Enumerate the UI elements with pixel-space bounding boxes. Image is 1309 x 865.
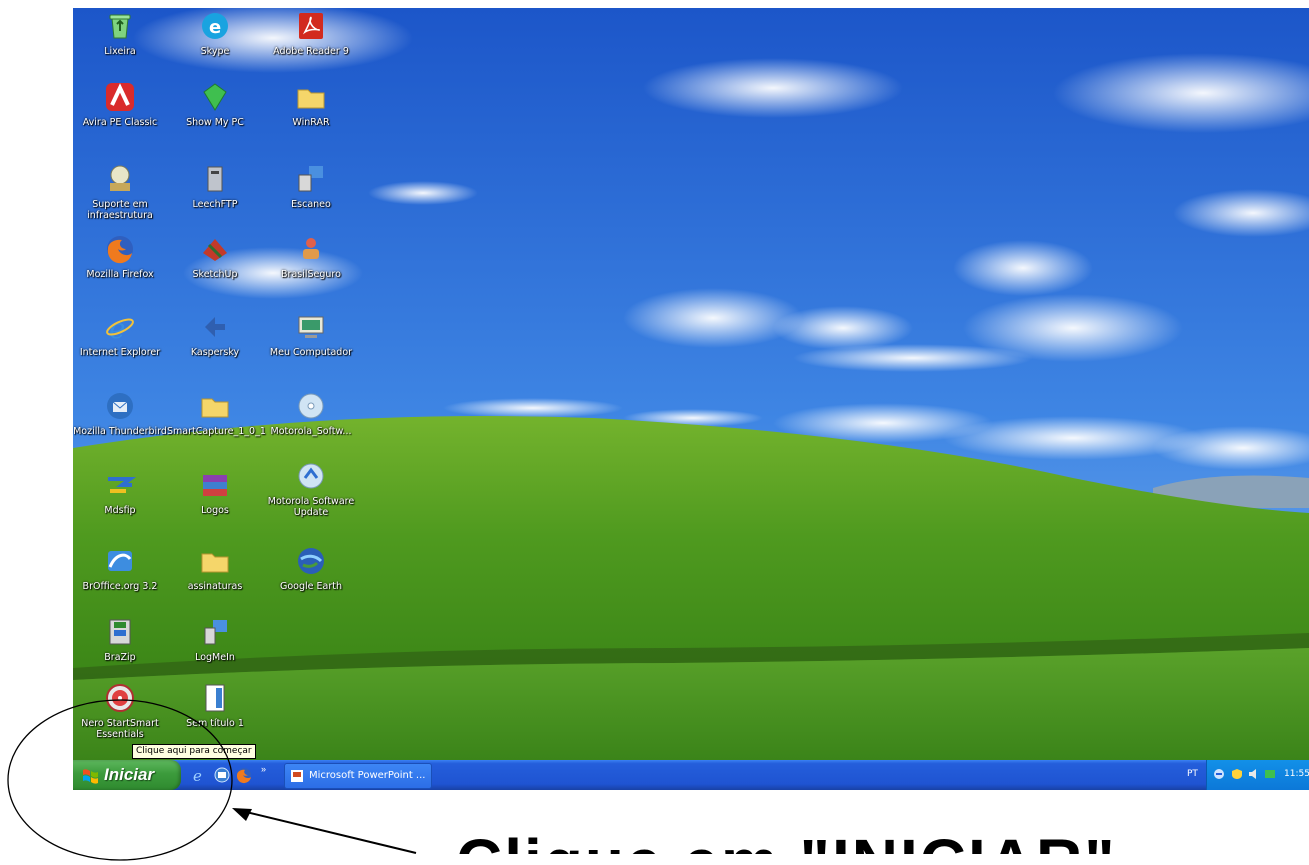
desktop-icon-leechftp[interactable]: LeechFTP — [167, 163, 263, 210]
desktop-icon-kaspersky[interactable]: Kaspersky — [167, 311, 263, 358]
thunderbird-icon — [107, 393, 133, 419]
desktop-icon-label: WinRAR — [292, 117, 330, 128]
ftp-icon — [207, 166, 223, 192]
network-icon[interactable] — [1213, 768, 1225, 780]
adobe-reader-icon — [299, 13, 323, 39]
language-indicator[interactable]: PT — [1187, 769, 1198, 779]
desktop-icon-firefox[interactable]: Mozilla Firefox — [73, 233, 168, 280]
desktop-icon-label: SmartCapture_1_0_1 — [167, 426, 266, 437]
desktop-screen: Lixeira Avira PE Classic Suporte em infr… — [73, 8, 1309, 790]
desktop-icon-logmein[interactable]: LogMeIn — [167, 616, 263, 663]
scanner-icon — [298, 166, 323, 192]
desktop-icon-motorola-update[interactable]: Motorola Software Update — [263, 460, 359, 518]
desktop-icon-label: Motorola Software Update — [267, 496, 355, 518]
desktop-icon-winrar[interactable]: WinRAR — [263, 81, 359, 128]
desktop-icon-label: BraZip — [104, 652, 136, 663]
desktop-icon-avira[interactable]: Avira PE Classic — [73, 81, 168, 128]
taskbar: Iniciar e » Microsoft PowerPoint ... PT … — [73, 760, 1309, 790]
desktop-icon-thunderbird[interactable]: Mozilla Thunderbird — [73, 390, 168, 437]
avira-icon — [106, 83, 134, 111]
desktop-icon-label: Logos — [201, 505, 229, 516]
desktop-icon-brasilseguro[interactable]: BrasilSeguro — [263, 233, 359, 280]
firefox-icon[interactable] — [235, 766, 253, 784]
desktop-icon-label: Meu Computador — [269, 347, 353, 358]
desktop-icon-label: LeechFTP — [192, 199, 238, 210]
desktop-icon-mdsfip[interactable]: Mdsfip — [73, 469, 168, 516]
desktop-icon-label: Show My PC — [186, 117, 244, 128]
security-icon[interactable] — [1231, 768, 1243, 780]
folder-icon — [201, 398, 229, 418]
desktop-icon-google-earth[interactable]: Google Earth — [263, 545, 359, 592]
taskbar-item-label: Microsoft PowerPoint ... — [309, 770, 426, 781]
firefox-icon — [107, 236, 133, 264]
clock: 11:55 — [1284, 769, 1309, 779]
folder-icon — [297, 89, 325, 109]
taskbar-item-powerpoint[interactable]: Microsoft PowerPoint ... — [284, 763, 432, 789]
desktop-icon-show-my-pc[interactable]: Show My PC — [167, 81, 263, 128]
desktop-icon-brazip[interactable]: BraZip — [73, 616, 168, 663]
system-tray: PT 11:55 — [1187, 760, 1309, 790]
desktop-icon-label: BrasilSeguro — [281, 269, 341, 280]
desktop-icon-broffice[interactable]: BrOffice.org 3.2 — [73, 545, 168, 592]
instruction-caption: Clique em "INICIAR" — [456, 830, 1117, 854]
app-icon — [108, 477, 136, 493]
update-icon — [298, 463, 324, 489]
desktop-icon-label: LogMeIn — [195, 652, 235, 663]
desktop-icon-logos[interactable]: Logos — [167, 469, 263, 516]
desktop-icon-support[interactable]: Suporte em infraestrutura — [73, 163, 168, 221]
desktop-icon-skype[interactable]: e Skype — [167, 10, 263, 57]
folder-icon — [201, 553, 229, 573]
desktop-icon-internet-explorer[interactable]: e Internet Explorer — [73, 311, 168, 358]
broffice-icon — [108, 551, 132, 571]
desktop-icon-sketchup[interactable]: SketchUp — [167, 233, 263, 280]
logmein-icon — [204, 620, 227, 645]
app-icon — [303, 238, 319, 259]
desktop-icon-label: SketchUp — [192, 269, 238, 280]
annotation-circle — [7, 699, 233, 861]
desktop-icon-label: Mozilla Thunderbird — [73, 426, 167, 437]
desktop-icon-assinaturas[interactable]: assinaturas — [167, 545, 263, 592]
desktop-icon-label: Escaneo — [291, 199, 331, 210]
support-icon — [110, 165, 130, 191]
archive-icon — [203, 475, 227, 496]
powerpoint-icon — [291, 770, 303, 782]
volume-icon[interactable] — [1248, 768, 1260, 780]
desktop-icon-label: Mozilla Firefox — [86, 269, 154, 280]
desktop-icon-label: Avira PE Classic — [82, 117, 158, 128]
brazip-icon — [109, 619, 131, 645]
tray-app-icon[interactable] — [1264, 768, 1276, 780]
desktop-icon-label: Suporte em infraestrutura — [87, 199, 153, 221]
desktop-icon-meu-computador[interactable]: Meu Computador — [263, 311, 359, 358]
desktop-icon-label: assinaturas — [187, 581, 243, 592]
desktop-icon-recycle-bin[interactable]: Lixeira — [73, 10, 168, 57]
svg-text:e: e — [209, 17, 221, 38]
my-computer-icon — [298, 316, 324, 338]
sketchup-icon — [203, 239, 227, 261]
annotation-arrow — [232, 808, 417, 854]
show-my-pc-icon — [203, 83, 227, 111]
desktop-icon-label: Internet Explorer — [79, 347, 161, 358]
desktop-icon-label: Skype — [200, 46, 230, 57]
desktop-icon-label: Kaspersky — [190, 347, 240, 358]
kaspersky-icon — [205, 317, 225, 337]
desktop-icon-label: Adobe Reader 9 — [273, 46, 349, 57]
desktop-icon-escaneo[interactable]: Escaneo — [263, 163, 359, 210]
desktop-icon-label: Motorola_Softw... — [270, 426, 352, 437]
desktop-icon-motorola-softw[interactable]: Motorola_Softw... — [263, 390, 359, 437]
desktop-icon-label: BrOffice.org 3.2 — [82, 581, 158, 592]
desktop-icon-label: Mdsfip — [104, 505, 136, 516]
desktop-icon-label: Lixeira — [104, 46, 136, 57]
desktop-icon-adobe-reader[interactable]: Adobe Reader 9 — [263, 10, 359, 57]
internet-explorer-icon: e — [106, 312, 134, 343]
google-earth-icon — [298, 548, 324, 574]
skype-icon: e — [202, 13, 228, 39]
desktop-icon-label: Google Earth — [280, 581, 342, 592]
desktop-icon-smartcapture[interactable]: SmartCapture_1_0_1 — [167, 390, 266, 437]
quick-launch-chevron-icon[interactable]: » — [261, 764, 266, 774]
cd-icon — [298, 393, 324, 419]
recycle-bin-icon — [109, 14, 131, 39]
